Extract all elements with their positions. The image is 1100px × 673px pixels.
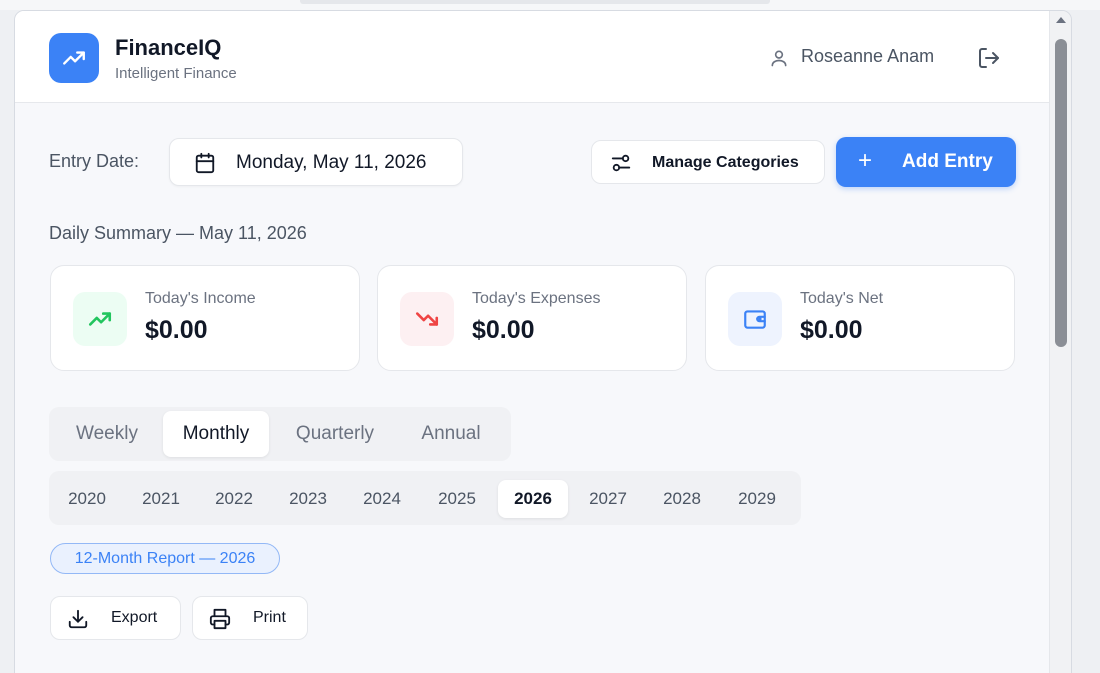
brand-tagline: Intelligent Finance — [115, 65, 237, 82]
trending-up-icon — [63, 51, 85, 65]
income-value: $0.00 — [145, 316, 208, 344]
user-name: Roseanne Anam — [801, 46, 935, 66]
scrollbar[interactable] — [1049, 11, 1071, 673]
brand-name: FinanceIQ — [115, 35, 222, 60]
manage-categories-label: Manage Categories — [652, 154, 799, 171]
year-2021[interactable]: 2021 — [126, 480, 196, 518]
income-icon-box — [73, 292, 127, 346]
browser-top-strip — [0, 0, 1100, 10]
plus-icon: + — [858, 147, 873, 174]
user-icon — [771, 50, 787, 67]
print-button[interactable]: Print — [192, 596, 308, 640]
trending-up-icon — [88, 312, 112, 326]
manage-categories-button[interactable]: Manage Categories — [591, 140, 825, 184]
logout-icon[interactable] — [977, 46, 1001, 70]
export-label: Export — [111, 609, 158, 626]
scroll-thumb[interactable] — [1055, 39, 1067, 347]
period-tabs: Weekly Monthly Quarterly Annual — [49, 407, 511, 461]
scroll-up-arrow-icon[interactable] — [1056, 17, 1066, 23]
app-window: FinanceIQ Intelligent Finance Roseanne A… — [14, 10, 1072, 673]
app-header: FinanceIQ Intelligent Finance Roseanne A… — [15, 11, 1049, 103]
year-2027[interactable]: 2027 — [573, 480, 643, 518]
expenses-value: $0.00 — [472, 316, 535, 344]
year-2025[interactable]: 2025 — [422, 480, 492, 518]
download-icon — [68, 609, 88, 629]
year-2022[interactable]: 2022 — [199, 480, 269, 518]
net-icon-box — [728, 292, 782, 346]
net-card: Today's Net $0.00 — [705, 265, 1015, 371]
net-label: Today's Net — [800, 290, 884, 307]
year-selector: 2020 2021 2022 2023 2024 2025 2026 2027 … — [49, 471, 801, 525]
top-edge-bar — [300, 0, 770, 4]
expenses-card: Today's Expenses $0.00 — [377, 265, 687, 371]
year-2026[interactable]: 2026 — [498, 480, 568, 518]
calendar-icon — [195, 152, 215, 174]
tab-annual[interactable]: Annual — [401, 411, 501, 457]
app-logo — [49, 33, 99, 83]
wallet-icon — [744, 310, 766, 329]
expenses-label: Today's Expenses — [472, 290, 601, 307]
report-badge: 12-Month Report — 2026 — [50, 543, 280, 574]
sliders-icon — [611, 154, 631, 172]
tab-monthly[interactable]: Monthly — [163, 411, 269, 457]
net-value: $0.00 — [800, 316, 863, 344]
printer-icon — [209, 608, 231, 630]
trending-down-icon — [415, 312, 439, 326]
tab-weekly[interactable]: Weekly — [55, 411, 159, 457]
add-entry-button[interactable]: + Add Entry — [836, 137, 1016, 187]
year-2023[interactable]: 2023 — [273, 480, 343, 518]
print-label: Print — [253, 609, 286, 626]
entry-date-value: Monday, May 11, 2026 — [236, 152, 427, 173]
export-button[interactable]: Export — [50, 596, 181, 640]
year-2024[interactable]: 2024 — [347, 480, 417, 518]
year-2029[interactable]: 2029 — [722, 480, 792, 518]
income-card: Today's Income $0.00 — [50, 265, 360, 371]
entry-date-picker[interactable]: Monday, May 11, 2026 — [169, 138, 463, 186]
year-2020[interactable]: 2020 — [52, 480, 122, 518]
daily-summary-title: Daily Summary — May 11, 2026 — [49, 223, 307, 243]
entry-date-label: Entry Date: — [49, 151, 140, 171]
year-2028[interactable]: 2028 — [647, 480, 717, 518]
tab-quarterly[interactable]: Quarterly — [275, 411, 395, 457]
income-label: Today's Income — [145, 290, 256, 307]
expenses-icon-box — [400, 292, 454, 346]
add-entry-label: Add Entry — [902, 151, 993, 172]
